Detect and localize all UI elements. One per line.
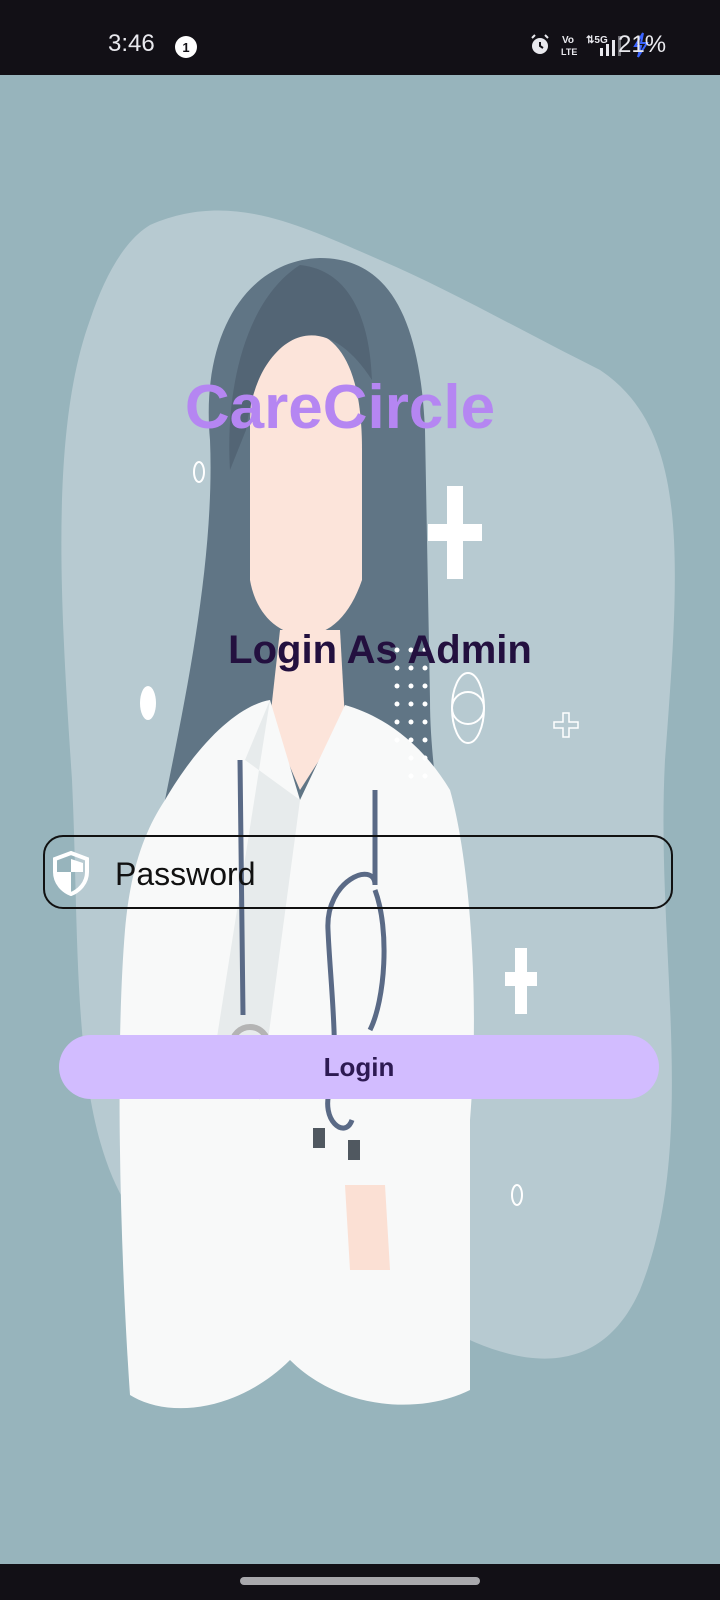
login-heading: Login As Admin [228,628,532,672]
hand [345,1185,390,1270]
password-field[interactable] [43,835,673,909]
doctor-illustration [61,210,675,1409]
status-bar: 3:46 1 Vo LTE ⇅5G 21% [0,0,720,75]
volte-icon: Vo LTE [561,35,577,57]
login-button[interactable]: Login [59,1035,659,1099]
battery-percentage: 21% [618,31,667,58]
home-gesture-handle[interactable] [240,1577,480,1585]
svg-text:⇅5G: ⇅5G [586,35,608,46]
svg-text:Vo: Vo [562,35,574,46]
notification-badge: 1 [175,36,197,58]
password-input[interactable] [113,845,657,903]
dot-filled [140,686,156,720]
shield-icon [53,850,89,896]
navigation-bar [0,1564,720,1600]
svg-text:LTE: LTE [561,47,577,57]
status-time: 3:46 [108,30,155,57]
app-title: CareCircle [184,373,496,442]
alarm-icon [531,34,549,54]
